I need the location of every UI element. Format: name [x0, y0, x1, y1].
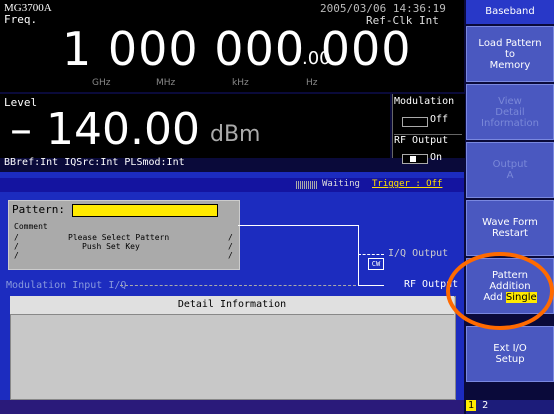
rf-output-label: RF Output [394, 134, 462, 146]
softkey-page-indicator[interactable]: 1 2 [466, 400, 554, 414]
output-a-button[interactable]: Output A [466, 142, 554, 198]
pattern-field[interactable] [72, 204, 218, 217]
modulation-label: Modulation [394, 96, 455, 107]
slash-mark: / [14, 233, 19, 242]
baseband-status: BBref:Int IQSrc:Int PLSmod:Int [4, 157, 185, 168]
ext-io-setup-button[interactable]: Ext I/O Setup [466, 326, 554, 382]
modulation-state: Off [430, 114, 449, 125]
detail-information-title: Detail Information [10, 296, 454, 315]
highlight-annotation [446, 252, 554, 330]
slash-mark: / [228, 242, 233, 251]
waveform-restart-button[interactable]: Wave Form Restart [466, 200, 554, 256]
rf-output-state: On [430, 152, 443, 163]
load-pattern-button[interactable]: Load Pattern to Memory [466, 26, 554, 82]
unit-ghz: GHz [92, 78, 111, 88]
cw-icon: CW [368, 258, 384, 270]
slash-mark: / [228, 251, 233, 260]
waiting-status: Waiting [322, 179, 360, 189]
slash-mark: / [228, 233, 233, 242]
unit-mhz: MHz [156, 78, 176, 88]
unit-khz: kHz [232, 78, 249, 88]
slash-mark: / [14, 242, 19, 251]
signal-line [238, 225, 358, 226]
comment-label: Comment [14, 222, 48, 231]
rf-output-toggle-icon[interactable] [402, 154, 428, 164]
comment-line-2: Push Set Key [82, 242, 140, 251]
page-2: 2 [482, 400, 489, 411]
iq-arrow-icon [358, 254, 384, 256]
modulation-input-label: Modulation Input I/Q [6, 280, 127, 291]
freq-label: Freq. [4, 13, 38, 26]
page-1: 1 [466, 400, 477, 411]
softkey-menu-title: Baseband [466, 0, 554, 24]
unit-hz: Hz [306, 78, 318, 88]
trigger-status: Trigger : Off [372, 179, 443, 189]
frequency-fraction: .00 [302, 48, 331, 69]
iq-output-label: I/Q Output [388, 248, 449, 259]
modulation-input-line [120, 285, 356, 287]
comment-line-1: Please Select Pattern [68, 233, 170, 242]
level-value[interactable]: – 140.00 [10, 104, 200, 155]
rf-arrow-icon [358, 285, 384, 286]
bottom-strip [0, 400, 464, 414]
modulation-toggle-icon[interactable] [402, 117, 428, 127]
level-unit: dBm [210, 122, 261, 147]
view-detail-button[interactable]: View Detail Information [466, 84, 554, 140]
frequency-value[interactable]: 1 000 000 000 [62, 22, 412, 76]
waiting-indicator-icon [296, 181, 318, 189]
slash-mark: / [14, 251, 19, 260]
pattern-label: Pattern: [12, 203, 65, 216]
